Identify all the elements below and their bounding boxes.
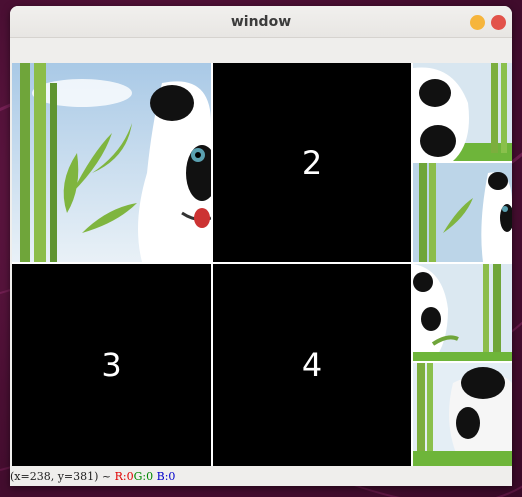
image-canvas[interactable]: 2 3 4 bbox=[12, 63, 512, 466]
panda-thumbnail bbox=[413, 363, 512, 466]
status-bar: (x=238, y=381) ~ R:0G:0 B:0 bbox=[10, 467, 512, 486]
tile-4: 4 bbox=[213, 264, 411, 466]
close-button[interactable] bbox=[491, 15, 506, 30]
panda-thumbnail bbox=[413, 264, 512, 361]
thumbnail-3 bbox=[413, 264, 512, 361]
thumbnail-2 bbox=[413, 163, 512, 262]
minimize-button[interactable] bbox=[470, 15, 485, 30]
thumbnail-1 bbox=[413, 63, 512, 161]
b-value: B:0 bbox=[156, 470, 176, 483]
tile-4-number: 4 bbox=[301, 346, 323, 384]
toolbar bbox=[10, 38, 512, 63]
tile-2-number: 2 bbox=[301, 143, 323, 182]
app-window: window 2 3 4 (x=238, y=381) ~ R:0G:0 B:0 bbox=[10, 6, 512, 486]
g-value: G:0 bbox=[133, 470, 154, 483]
tile-3: 3 bbox=[12, 264, 211, 466]
tile-3-number: 3 bbox=[101, 346, 122, 384]
panda-thumbnail bbox=[413, 163, 512, 262]
panda-tile-1 bbox=[12, 63, 211, 262]
window-title: window bbox=[230, 14, 292, 30]
panda-image bbox=[12, 63, 211, 262]
cursor-coords: (x=238, y=381) ~ bbox=[10, 470, 112, 483]
title-bar[interactable]: window bbox=[10, 6, 512, 38]
tile-2: 2 bbox=[213, 63, 411, 262]
r-value: R:0 bbox=[114, 470, 134, 483]
thumbnail-4 bbox=[413, 363, 512, 466]
panda-thumbnail bbox=[413, 63, 512, 161]
